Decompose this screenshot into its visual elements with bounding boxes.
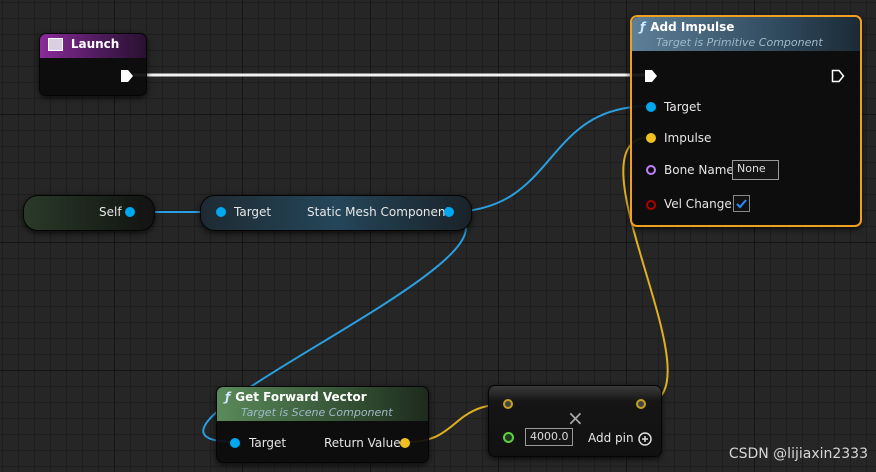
- target-label: Target: [664, 100, 702, 114]
- multiply-value-input[interactable]: 4000.0: [525, 428, 573, 446]
- forward-vector-return-pin[interactable]: [400, 438, 410, 448]
- vel-change-label: Vel Change: [664, 197, 732, 211]
- static-mesh-target-pin[interactable]: [216, 207, 226, 217]
- target-pin[interactable]: [646, 102, 656, 112]
- self-node[interactable]: Self: [23, 195, 155, 231]
- function-icon: ƒ: [640, 20, 646, 34]
- vel-change-pin[interactable]: [646, 200, 656, 210]
- static-mesh-output-pin[interactable]: [444, 207, 454, 217]
- forward-vector-target-label: Target: [249, 436, 287, 450]
- impulse-label: Impulse: [664, 131, 712, 145]
- function-icon: ƒ: [225, 390, 231, 404]
- forward-vector-header: ƒ Get Forward Vector Target is Scene Comp…: [217, 387, 428, 421]
- forward-vector-title: Get Forward Vector: [235, 390, 367, 404]
- add-impulse-title: Add Impulse: [650, 20, 735, 34]
- static-mesh-node[interactable]: Target Static Mesh Component: [200, 195, 472, 231]
- multiply-node[interactable]: × 4000.0 Add pin: [488, 385, 662, 457]
- add-pin-label[interactable]: Add pin: [588, 431, 634, 445]
- launch-title: Launch: [70, 37, 120, 51]
- launch-header: Launch: [40, 34, 146, 58]
- add-impulse-header: ƒ Add Impulse Target is Primitive Compone…: [632, 17, 860, 51]
- forward-vector-node[interactable]: ƒ Get Forward Vector Target is Scene Comp…: [216, 386, 429, 463]
- impulse-pin[interactable]: [646, 133, 656, 143]
- multiply-input-a-pin[interactable]: [503, 399, 513, 409]
- bone-name-pin[interactable]: [646, 165, 656, 175]
- vel-change-checkbox[interactable]: [733, 195, 750, 212]
- multiply-input-b-pin[interactable]: [503, 432, 514, 443]
- forward-vector-subtitle: Target is Scene Component: [241, 406, 393, 419]
- launch-node[interactable]: Launch: [39, 33, 147, 96]
- forward-vector-return-label: Return Value: [324, 436, 401, 450]
- watermark: CSDN @lijiaxin2333: [728, 446, 868, 462]
- exec-in-pin-icon[interactable]: [644, 69, 658, 83]
- checkbox-icon: [736, 199, 747, 209]
- add-impulse-subtitle: Target is Primitive Component: [656, 36, 823, 49]
- static-mesh-target-label: Target: [234, 205, 272, 219]
- forward-vector-target-pin[interactable]: [230, 438, 240, 448]
- add-pin-icon[interactable]: [638, 432, 652, 446]
- multiply-output-pin[interactable]: [636, 399, 646, 409]
- multiply-operator: ×: [567, 406, 584, 430]
- bone-name-input[interactable]: None: [732, 160, 779, 180]
- event-icon: [48, 38, 63, 51]
- self-output-pin[interactable]: [125, 207, 135, 217]
- bone-name-label: Bone Name: [664, 163, 734, 177]
- self-label: Self: [99, 205, 122, 219]
- static-mesh-output-label: Static Mesh Component: [307, 205, 451, 219]
- exec-out-pin-icon[interactable]: [831, 69, 845, 83]
- wire-mesh-to-impulse-target: [448, 105, 651, 213]
- add-impulse-node[interactable]: ƒ Add Impulse Target is Primitive Compone…: [630, 15, 862, 227]
- exec-pin-icon[interactable]: [120, 69, 134, 83]
